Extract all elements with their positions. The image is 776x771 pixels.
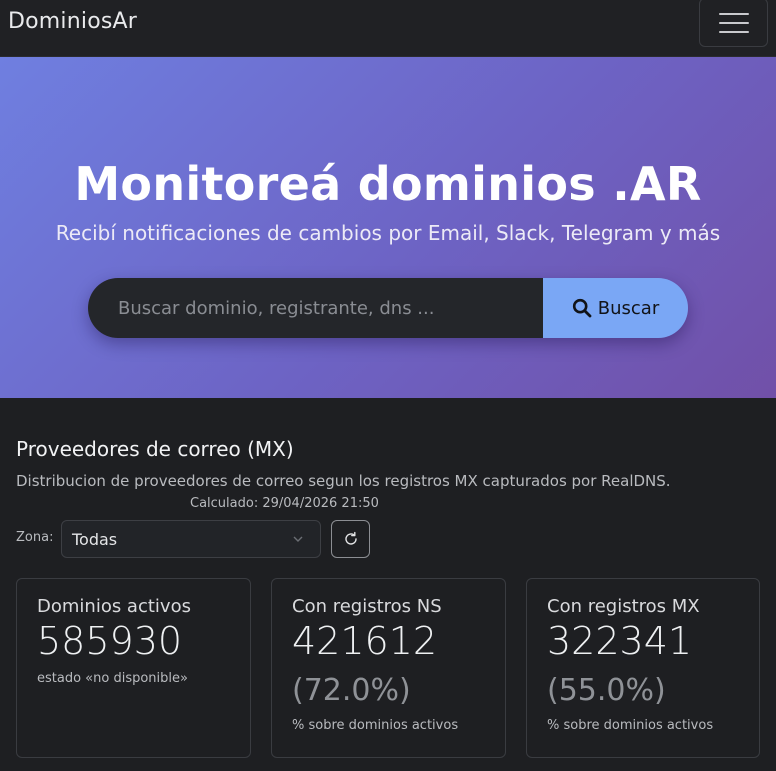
stat-card-active-domains: Dominios activos 585930 estado «no dispo… bbox=[16, 578, 251, 758]
stat-card-note: % sobre dominios activos bbox=[547, 718, 714, 733]
section-title: Proveedores de correo (MX) bbox=[16, 437, 294, 461]
zone-select-value: Todas bbox=[72, 529, 118, 549]
hamburger-menu-icon bbox=[718, 12, 749, 15]
search-bar: Buscar bbox=[88, 278, 688, 338]
calculated-timestamp: Calculado: 29/04/2026 21:50 bbox=[190, 496, 379, 511]
stat-card-percent: (55.0%) bbox=[547, 673, 666, 708]
search-button-label: Buscar bbox=[597, 297, 660, 319]
stat-card-title: Con registros MX bbox=[547, 596, 700, 617]
brand-logo[interactable]: DominiosAr bbox=[8, 9, 137, 34]
search-input[interactable] bbox=[88, 278, 543, 338]
stat-card-title: Dominios activos bbox=[37, 596, 191, 617]
stat-card-mx-records: Con registros MX 322341 (55.0%) % sobre … bbox=[526, 578, 760, 758]
search-icon bbox=[572, 298, 592, 318]
stat-card-percent: (72.0%) bbox=[292, 673, 411, 708]
stat-card-title: Con registros NS bbox=[292, 596, 442, 617]
refresh-button[interactable] bbox=[331, 520, 370, 558]
stat-card-note: % sobre dominios activos bbox=[292, 718, 459, 733]
calculated-label: Calculado: bbox=[190, 496, 259, 511]
stat-card-value: 322341 bbox=[547, 619, 693, 663]
section-description: Distribucion de proveedores de correo se… bbox=[16, 472, 671, 490]
stat-card-ns-records: Con registros NS 421612 (72.0%) % sobre … bbox=[271, 578, 506, 758]
navbar-toggler-button[interactable] bbox=[699, 0, 768, 47]
search-button[interactable]: Buscar bbox=[543, 278, 688, 338]
refresh-icon bbox=[344, 531, 357, 545]
hamburger-menu-icon-bar bbox=[718, 21, 749, 24]
stat-card-value: 421612 bbox=[292, 619, 438, 663]
chevron-down-icon bbox=[293, 536, 303, 542]
hero-banner: Monitoreá dominios .AR Recibí notificaci… bbox=[0, 57, 776, 398]
navbar: DominiosAr bbox=[0, 0, 776, 57]
hamburger-menu-icon-bar bbox=[718, 30, 749, 33]
hero-subtitle: Recibí notificaciones de cambios por Ema… bbox=[55, 221, 721, 245]
stat-card-value: 585930 bbox=[37, 619, 183, 663]
hero-title: Monitoreá dominios .AR bbox=[74, 157, 702, 211]
calculated-value: 29/04/2026 21:50 bbox=[262, 496, 379, 511]
zone-label: Zona: bbox=[16, 530, 54, 545]
stat-card-note: estado «no disponible» bbox=[37, 671, 188, 686]
zone-select[interactable]: Todas bbox=[61, 520, 321, 558]
